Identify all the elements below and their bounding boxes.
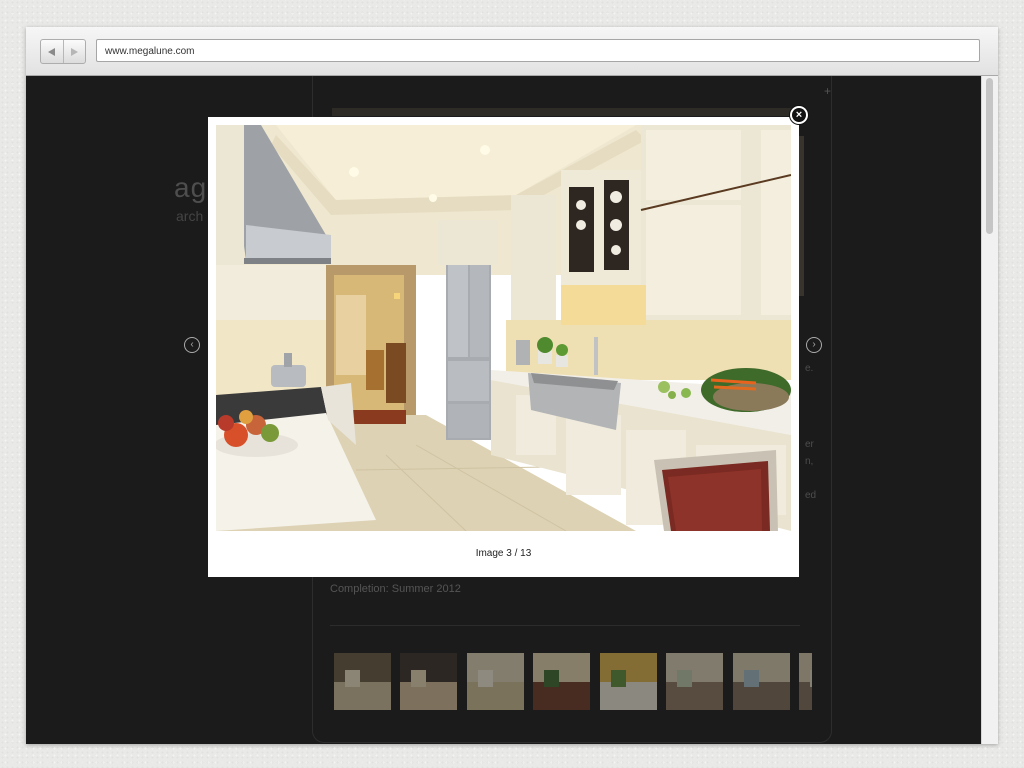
thumbnail[interactable] <box>400 653 457 710</box>
forward-arrow-icon <box>70 47 78 56</box>
thumbnail[interactable] <box>467 653 524 710</box>
plus-icon: + <box>824 84 832 98</box>
thumbnail-strip <box>334 653 812 710</box>
thumbnail[interactable] <box>533 653 590 710</box>
thumbnail[interactable] <box>666 653 723 710</box>
thumbnail[interactable] <box>799 653 812 710</box>
thumbnail[interactable] <box>600 653 657 710</box>
close-lightbox-button[interactable]: × <box>790 106 808 124</box>
back-arrow-icon <box>48 47 56 56</box>
address-bar[interactable]: www.megalune.com <box>96 39 980 62</box>
background-text-fragment: er <box>805 439 814 450</box>
background-text-fragment: ed <box>805 490 817 501</box>
thumbnail[interactable] <box>733 653 790 710</box>
site-logo-subtitle: arch <box>176 208 204 224</box>
background-header-image <box>332 108 802 116</box>
completion-text: Completion: Summer 2012 <box>330 583 461 595</box>
nav-buttons <box>40 39 86 64</box>
page-content: + ag arch e. er n, ed Completion: Summer… <box>26 76 998 744</box>
back-button[interactable] <box>41 40 63 63</box>
chevron-left-icon: ‹ <box>190 339 194 350</box>
chevron-right-icon: › <box>812 339 816 350</box>
prev-image-button[interactable]: ‹ <box>184 337 200 353</box>
background-text-fragment: e. <box>805 363 814 374</box>
close-icon: × <box>792 108 806 122</box>
background-text-fragment: n, <box>805 456 814 467</box>
image-counter: Image 3 / 13 <box>475 548 532 559</box>
site-logo[interactable]: ag <box>174 172 207 204</box>
browser-toolbar: www.megalune.com <box>26 27 998 76</box>
scrollbar[interactable] <box>981 76 998 744</box>
lightbox: Image 3 / 13 <box>208 117 799 577</box>
scrollbar-thumb[interactable] <box>986 78 993 234</box>
next-image-button[interactable]: › <box>806 337 822 353</box>
forward-button[interactable] <box>62 40 86 63</box>
lightbox-image <box>216 125 791 531</box>
browser-window: www.megalune.com + ag arch e. er n, ed C… <box>26 27 998 744</box>
thumbnail[interactable] <box>334 653 391 710</box>
divider <box>330 625 800 626</box>
